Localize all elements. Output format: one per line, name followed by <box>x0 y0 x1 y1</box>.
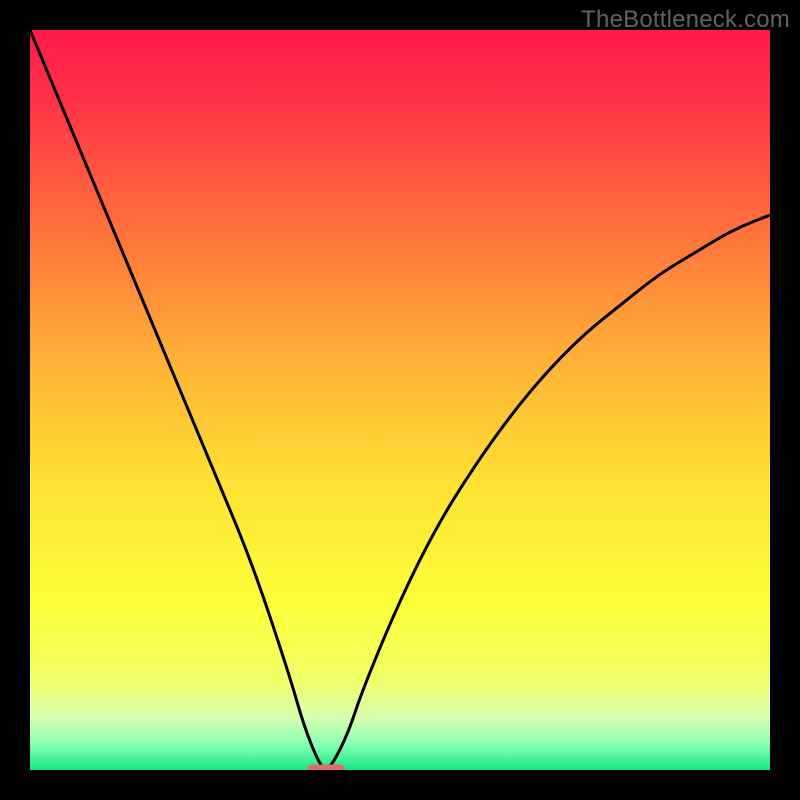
chart-frame: TheBottleneck.com <box>0 0 800 800</box>
plot-area <box>30 30 770 770</box>
watermark-text: TheBottleneck.com <box>581 6 790 34</box>
minimum-marker <box>308 765 345 770</box>
background-gradient <box>30 30 770 770</box>
plot-svg <box>30 30 770 770</box>
